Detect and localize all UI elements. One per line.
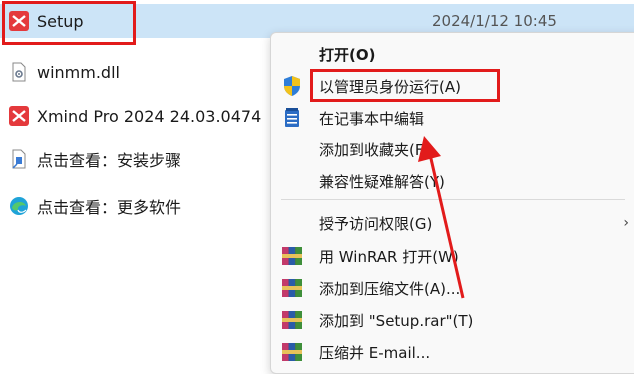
menu-item-compat-troubleshoot[interactable]: 兼容性疑难解答(Y) (271, 166, 634, 196)
context-menu: 打开(O) 以管理员身份运行(A) 在记事本中编辑 添加到收藏夹(F) 兼容性疑… (270, 32, 634, 374)
winrar-icon (281, 277, 303, 299)
menu-item-label: 添加到收藏夹(F) (319, 140, 430, 159)
winrar-icon (281, 341, 303, 363)
dll-file-icon (12, 62, 26, 82)
menu-item-add-archive[interactable]: 添加到压缩文件(A)... (271, 273, 634, 303)
file-name: Setup (37, 11, 84, 31)
menu-item-run-as-admin[interactable]: 以管理员身份运行(A) (271, 71, 634, 101)
menu-item-compress-email[interactable]: 压缩并 E-mail... (271, 337, 634, 367)
xmind-icon (9, 11, 29, 31)
menu-item-label: 兼容性疑难解答(Y) (319, 172, 445, 191)
menu-item-add-to-setup-rar[interactable]: 添加到 "Setup.rar"(T) (271, 305, 634, 335)
xmind-icon (9, 106, 29, 126)
menu-item-add-favorites[interactable]: 添加到收藏夹(F) (271, 134, 634, 164)
file-name: Xmind Pro 2024 24.03.0474 (37, 106, 262, 126)
menu-item-grant-access[interactable]: 授予访问权限(G) › (271, 208, 634, 238)
uac-shield-icon (281, 75, 303, 97)
menu-item-open-winrar[interactable]: 用 WinRAR 打开(W) (271, 241, 634, 271)
notepad-icon (281, 107, 303, 129)
shortcut-document-icon (12, 149, 26, 169)
menu-item-open[interactable]: 打开(O) (271, 39, 634, 69)
menu-item-label: 以管理员身份运行(A) (319, 77, 461, 96)
winrar-icon (281, 245, 303, 267)
edge-browser-icon (10, 197, 28, 215)
file-date: 2024/1/12 10:45 (432, 12, 557, 30)
file-name: 点击查看：更多软件 (37, 198, 182, 217)
file-name: winmm.dll (37, 62, 120, 82)
winrar-icon (281, 309, 303, 331)
menu-item-label: 打开(O) (319, 45, 376, 64)
menu-separator (281, 199, 625, 200)
file-name: 点击查看：安装步骤 (37, 151, 182, 170)
menu-item-label: 用 WinRAR 打开(W) (319, 247, 459, 266)
menu-item-label: 添加到 "Setup.rar"(T) (319, 311, 474, 330)
menu-item-label: 授予访问权限(G) (319, 214, 433, 233)
file-row-xmind-pro[interactable]: Xmind Pro 2024 24.03.0474 (0, 99, 261, 133)
menu-item-label: 压缩并 E-mail... (319, 343, 431, 362)
menu-item-label: 添加到压缩文件(A)... (319, 279, 461, 298)
file-row-install-steps[interactable]: 点击查看：安装步骤 (0, 142, 181, 176)
menu-item-edit-notepad[interactable]: 在记事本中编辑 (271, 103, 634, 133)
chevron-right-icon: › (623, 215, 629, 231)
menu-item-label: 在记事本中编辑 (319, 109, 425, 128)
file-row-winmm[interactable]: winmm.dll (0, 55, 120, 89)
file-row-more-software[interactable]: 点击查看：更多软件 (0, 189, 181, 223)
